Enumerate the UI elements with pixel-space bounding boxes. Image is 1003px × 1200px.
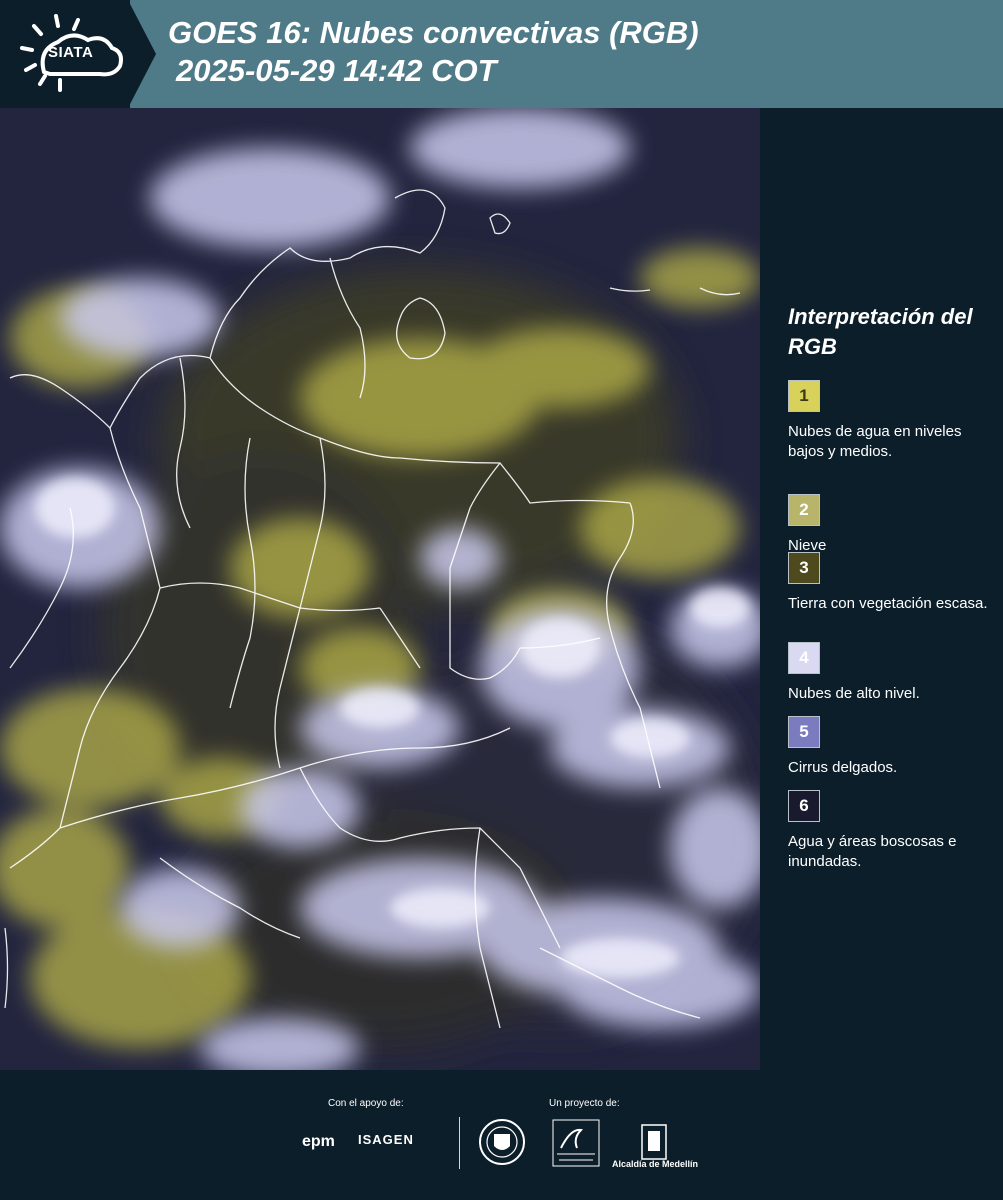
legend-item-3: 3 Tierra con vegetación escasa. [788,552,993,614]
isagen-logo: ISAGEN [358,1132,414,1147]
header-bar: SIATA GOES 16: Nubes convectivas (RGB) 2… [0,0,1003,108]
satellite-image [0,108,760,1070]
siata-logo-text: SIATA [48,44,94,61]
legend-label: Tierra con vegetación escasa. [788,595,988,612]
legend-title: Interpretación del RGB [788,304,973,359]
legend-label: Cirrus delgados. [788,759,898,776]
legend-item-1: 1 Nubes de agua en niveles bajos y medios… [788,380,993,462]
legend-swatch: 4 [788,642,820,674]
legend-item-2: 2 Nieve [788,494,993,556]
title-line-1: GOES 16: Nubes convectivas (RGB) [168,15,699,50]
legend-swatch: 2 [788,494,820,526]
legend-swatch: 1 [788,380,820,412]
legend-swatch: 6 [788,790,820,822]
project-label: Un proyecto de: [549,1098,620,1109]
epm-logo: epm [302,1133,335,1150]
alcaldia-medellin-label: Alcaldía de Medellín [612,1159,699,1169]
footer: Con el apoyo de: Un proyecto de: epm ISA… [0,1070,1003,1200]
legend-swatch: 5 [788,716,820,748]
support-label: Con el apoyo de: [328,1098,404,1109]
legend-item-6: 6 Agua y áreas boscosas e inundadas. [788,790,993,872]
legend-item-5: 5 Cirrus delgados. [788,716,993,778]
legend-panel: Interpretación del RGB 1 Nubes de agua en… [760,108,1003,1070]
legend-label: Nubes de agua en niveles bajos y medios. [788,423,962,460]
legend-item-4: 4 Nubes de alto nivel. [788,642,993,704]
satellite-map[interactable] [0,108,760,1070]
title-line-2: 2025-05-29 14:42 COT [176,53,497,88]
logo-arrow [128,0,156,108]
medellin-seal-icon [479,1119,525,1165]
page-title: GOES 16: Nubes convectivas (RGB) 2025-05… [168,14,699,90]
legend-label: Nubes de alto nivel. [788,685,920,702]
area-metropolitana-logo-icon [552,1119,600,1167]
footer-divider [459,1117,460,1169]
legend-label: Agua y áreas boscosas e inundadas. [788,833,957,870]
legend-swatch: 3 [788,552,820,584]
